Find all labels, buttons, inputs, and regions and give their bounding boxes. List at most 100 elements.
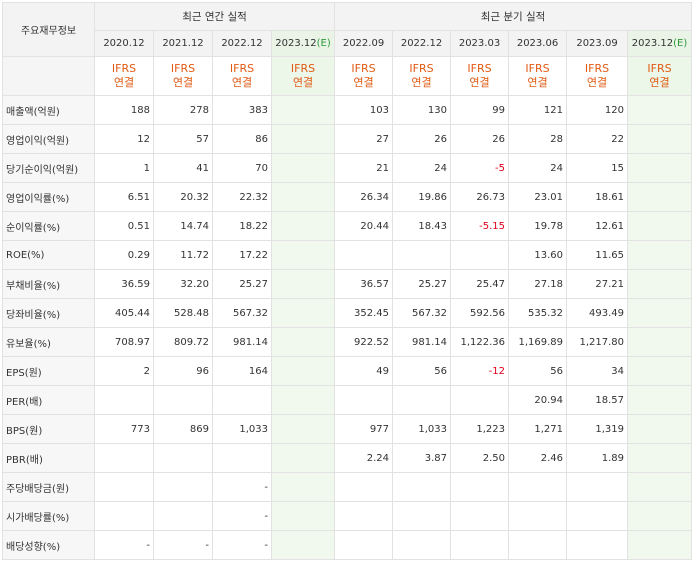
value-cell: 103: [334, 95, 394, 125]
table-row: 시가배당률(%) -: [2, 501, 693, 531]
period-header-row: 2020.12 2021.12 2022.12 2023.12(E) 2022.09 20…: [3, 30, 693, 57]
accounting-standard-cell: IFRS 연결: [212, 56, 272, 96]
consolidated-label: 연결: [469, 76, 490, 89]
value-cell: 1,319: [566, 414, 629, 444]
row-label: ROE(%): [2, 240, 95, 270]
value-cell: [94, 501, 154, 531]
period-label: 2023.12: [275, 38, 317, 49]
table-row: 배당성향(%) - - -: [2, 530, 693, 560]
value-cell: -5.15: [450, 211, 510, 241]
value-cell: 0.29: [94, 240, 154, 270]
consolidated-label: 연결: [113, 76, 135, 89]
value-cell: 49: [334, 356, 394, 386]
value-cell: 120: [566, 95, 629, 125]
value-cell: [392, 240, 452, 270]
value-cell: 20.44: [334, 211, 394, 241]
value-cell: -12: [450, 356, 510, 386]
value-cell: [153, 443, 213, 473]
period-label: 2023.06: [516, 38, 559, 49]
accounting-standard-cell: IFRS 연결: [450, 56, 510, 96]
value-cell: 19.78: [508, 211, 568, 241]
value-cell: 528.48: [153, 298, 213, 328]
value-cell: [627, 182, 693, 212]
table-row: PBR(배) 2.24 3.87 2.50 2.46 1.89: [2, 443, 693, 473]
value-cell: 1,122.36: [450, 327, 510, 357]
value-cell: 708.97: [94, 327, 154, 357]
value-cell: 26: [450, 124, 510, 154]
value-cell: 493.49: [566, 298, 629, 328]
value-cell: 869: [153, 414, 213, 444]
value-cell: 18.43: [392, 211, 452, 241]
value-cell: 0.51: [94, 211, 154, 241]
value-cell: 24: [508, 153, 568, 183]
period-label: 2023.03: [458, 38, 501, 49]
ifrs-label: IFRS: [290, 62, 316, 75]
value-cell: -: [153, 530, 213, 560]
value-cell: 6.51: [94, 182, 154, 212]
period-header-annual-0: 2020.12: [94, 30, 154, 57]
table-header: 주요재무정보 최근 연간 실적 최근 분기 실적 2020.12 2021.12 2…: [2, 2, 693, 57]
value-cell: [450, 385, 510, 415]
consolidated-label: 연결: [172, 76, 194, 89]
period-label: 2022.12: [400, 38, 443, 49]
period-label: 2022.12: [221, 38, 263, 49]
accounting-standard-row: IFRS 연결 IFRS 연결 IFRS 연결 IFRS 연결 IFRS 연결 IFRS 연결 IFRS…: [2, 56, 693, 96]
group-header-row: 주요재무정보 최근 연간 실적 최근 분기 실적: [2, 2, 693, 57]
value-cell: 36.59: [94, 269, 154, 299]
value-cell: 352.45: [334, 298, 394, 328]
value-cell: -5: [450, 153, 510, 183]
period-header-annual-2: 2022.12: [212, 30, 272, 57]
value-cell: -: [212, 472, 272, 502]
period-header-quarter-8: 2023.09: [566, 30, 629, 57]
consolidated-label: 연결: [586, 76, 608, 89]
row-label-title: 주요재무정보: [2, 2, 95, 57]
period-label: 2021.12: [162, 38, 204, 49]
quarter-group-header: 최근 분기 실적: [334, 2, 693, 31]
value-cell: 1,271: [508, 414, 568, 444]
value-cell: 12.61: [566, 211, 629, 241]
ifrs-label: IFRS: [409, 62, 434, 75]
value-cell: [627, 356, 693, 386]
value-cell: 27.18: [508, 269, 568, 299]
value-cell: [334, 501, 394, 531]
value-cell: 13.60: [508, 240, 568, 270]
accounting-standard-cell: IFRS 연결: [334, 56, 394, 96]
value-cell: [334, 240, 394, 270]
value-cell: [627, 414, 693, 444]
value-cell: 25.27: [212, 269, 272, 299]
ifrs-label: IFRS: [467, 62, 492, 75]
accounting-standard-cell: IFRS 연결: [508, 56, 568, 96]
value-cell: 11.72: [153, 240, 213, 270]
value-cell: [153, 385, 213, 415]
value-cell: [270, 327, 336, 357]
period-header-quarter-6: 2023.03: [450, 30, 510, 57]
consolidated-label: 연결: [649, 76, 670, 89]
value-cell: [627, 501, 693, 531]
accounting-standard-cell: IFRS 연결: [270, 56, 336, 96]
value-cell: [270, 530, 336, 560]
period-header-quarter-7: 2023.06: [508, 30, 568, 57]
value-cell: 99: [450, 95, 510, 125]
annual-group-header: 최근 연간 실적: [93, 2, 336, 31]
value-cell: [450, 240, 510, 270]
row-label: 영업이익(억원): [2, 124, 95, 154]
table-row: 영업이익(억원) 12 57 86 27 26 26 28 22: [2, 124, 693, 154]
value-cell: [334, 472, 394, 502]
value-cell: 14.74: [153, 211, 213, 241]
consolidated-label: 연결: [292, 76, 314, 89]
value-cell: [270, 356, 336, 386]
value-cell: 22: [566, 124, 629, 154]
value-cell: -: [212, 530, 272, 560]
value-cell: 405.44: [94, 298, 154, 328]
value-cell: 981.14: [392, 327, 452, 357]
table-row: BPS(원) 773 869 1,033 977 1,033 1,223 1,271 1,319: [2, 414, 693, 444]
value-cell: 23.01: [508, 182, 568, 212]
value-cell: 922.52: [334, 327, 394, 357]
value-cell: [627, 153, 693, 183]
row-label: PER(배): [2, 385, 95, 415]
value-cell: [627, 269, 693, 299]
accounting-standard-cell: IFRS 연결: [94, 56, 154, 96]
value-cell: [334, 385, 394, 415]
table-row: 주당배당금(원) -: [2, 472, 693, 502]
value-cell: 27: [334, 124, 394, 154]
